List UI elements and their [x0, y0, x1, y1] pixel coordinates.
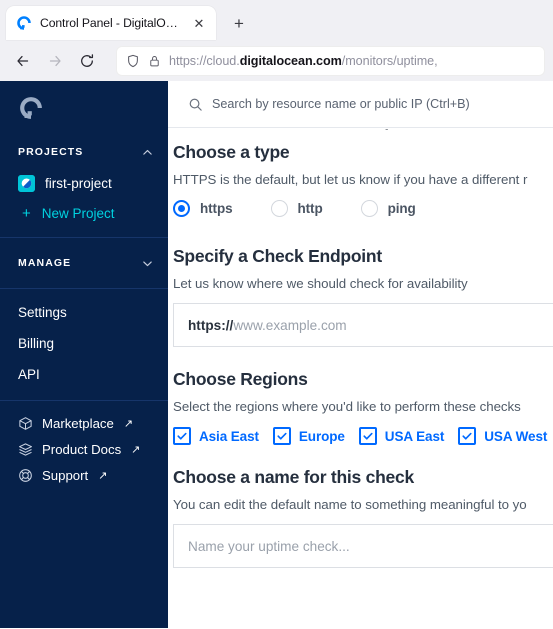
uptime-check-form: Create an Uptime Check Choose a type HTT… [168, 129, 553, 568]
url-text: https://cloud.digitalocean.com/monitors/… [169, 54, 438, 68]
search-icon [188, 97, 203, 112]
radio-option-http[interactable]: http [270, 200, 323, 217]
main-content: Search by resource name or public IP (Ct… [168, 81, 553, 628]
sidebar-item-billing[interactable]: Billing [0, 329, 168, 360]
sidebar-section-manage[interactable]: MANAGE [0, 247, 168, 279]
regions-checkbox-group: Asia East Europe USA East USA West [173, 427, 553, 445]
lifebuoy-icon [18, 468, 33, 483]
sidebar-item-label: Marketplace [42, 415, 114, 431]
search-input[interactable]: Search by resource name or public IP (Ct… [212, 97, 470, 111]
digitalocean-logo-icon[interactable] [0, 81, 168, 136]
section-check-endpoint: Specify a Check Endpoint Let us know whe… [173, 246, 553, 347]
sidebar-item-api[interactable]: API [0, 360, 168, 391]
region-label: Europe [298, 428, 345, 444]
radio-label: ping [387, 201, 416, 216]
close-icon[interactable]: ✕ [190, 14, 208, 32]
external-link-icon: ↗ [123, 417, 134, 430]
radio-icon[interactable] [173, 200, 190, 217]
region-label: USA West [484, 428, 548, 444]
section-heading: Specify a Check Endpoint [173, 246, 382, 266]
section-choose-type: Choose a type HTTPS is the default, but … [173, 142, 553, 217]
sidebar-item-first-project[interactable]: first-project [0, 168, 168, 198]
browser-chrome: Control Panel - DigitalOcean ✕ + https:/… [0, 0, 553, 81]
sidebar-divider [0, 237, 168, 238]
clipped-heading-above: Create an Uptime Check [173, 129, 553, 142]
check-name-input[interactable]: Name your uptime check... [173, 524, 553, 568]
tab-title: Control Panel - DigitalOcean [40, 16, 182, 30]
digitalocean-favicon-icon [16, 15, 32, 31]
region-usa-west[interactable]: USA West [458, 427, 547, 445]
reload-icon[interactable] [72, 46, 102, 76]
sidebar-item-settings[interactable]: Settings [0, 298, 168, 329]
checkbox-checked-icon[interactable] [173, 427, 191, 445]
global-search-bar[interactable]: Search by resource name or public IP (Ct… [168, 81, 553, 128]
check-name-placeholder: Name your uptime check... [188, 538, 350, 554]
region-label: USA East [384, 428, 445, 444]
sidebar-divider [0, 288, 168, 289]
sidebar-section-projects-label: PROJECTS [18, 146, 84, 158]
section-description: You can edit the default name to somethi… [173, 497, 527, 512]
lock-icon [148, 54, 161, 68]
new-project-label: New Project [41, 205, 115, 221]
checkbox-checked-icon[interactable] [272, 427, 291, 445]
sidebar-divider [0, 400, 168, 401]
browser-window: Control Panel - DigitalOcean ✕ + https:/… [0, 0, 553, 629]
checkbox-checked-icon[interactable] [458, 427, 477, 445]
sidebar-section-manage-label: MANAGE [18, 257, 72, 269]
sidebar-item-label: first-project [45, 175, 112, 191]
new-tab-button[interactable]: + [224, 8, 254, 38]
endpoint-input[interactable]: https:// www.example.com [173, 303, 553, 347]
sidebar-item-label: Product Docs [42, 441, 122, 457]
radio-option-ping[interactable]: ping [360, 200, 416, 217]
cube-icon [18, 416, 33, 431]
radio-icon[interactable] [360, 200, 378, 217]
section-heading: Choose a name for this check [173, 467, 414, 487]
page-body: PROJECTS first-project + New Project MAN… [0, 81, 553, 628]
section-description: HTTPS is the default, but let us know if… [173, 172, 528, 187]
url-path: /monitors/uptime, [341, 53, 438, 68]
radio-label: http [297, 201, 323, 216]
endpoint-placeholder: www.example.com [233, 317, 347, 333]
sidebar-item-marketplace[interactable]: Marketplace ↗ [0, 410, 168, 436]
address-bar[interactable]: https://cloud.digitalocean.com/monitors/… [116, 45, 545, 76]
section-heading: Choose a type [173, 142, 290, 162]
region-asia-east[interactable]: Asia East [173, 427, 259, 445]
section-description: Let us know where we should check for av… [173, 276, 468, 291]
radio-icon[interactable] [270, 200, 288, 217]
radio-label: https [200, 201, 233, 216]
region-usa-east[interactable]: USA East [358, 427, 445, 445]
radio-option-https[interactable]: https [173, 200, 233, 217]
region-europe[interactable]: Europe [272, 427, 345, 445]
new-project-button[interactable]: + New Project [0, 198, 168, 228]
shield-icon [126, 54, 140, 68]
chevron-down-icon [141, 257, 154, 270]
section-choose-regions: Choose Regions Select the regions where … [173, 369, 553, 445]
section-description: Select the regions where you'd like to p… [173, 399, 521, 414]
external-link-icon: ↗ [98, 469, 108, 482]
endpoint-prefix: https:// [188, 317, 234, 333]
tab-strip: Control Panel - DigitalOcean ✕ + [0, 0, 553, 40]
checkbox-checked-icon[interactable] [358, 427, 377, 445]
section-heading: Choose Regions [173, 369, 308, 389]
sidebar-section-projects[interactable]: PROJECTS [0, 136, 168, 168]
chevron-up-icon [141, 146, 154, 159]
project-avatar-icon [18, 174, 35, 192]
navigation-toolbar: https://cloud.digitalocean.com/monitors/… [0, 40, 553, 81]
sidebar: PROJECTS first-project + New Project MAN… [0, 81, 168, 628]
back-icon[interactable] [8, 46, 38, 76]
region-label: Asia East [199, 428, 259, 444]
browser-tab[interactable]: Control Panel - DigitalOcean ✕ [6, 6, 216, 40]
external-link-icon: ↗ [131, 443, 141, 456]
forward-icon [40, 46, 70, 76]
sidebar-item-product-docs[interactable]: Product Docs ↗ [0, 436, 168, 462]
plus-icon: + [22, 204, 31, 222]
type-radio-group: https http ping [173, 200, 553, 217]
layers-icon [18, 442, 33, 457]
url-prefix: https://cloud. [169, 53, 240, 68]
section-choose-name: Choose a name for this check You can edi… [173, 467, 553, 568]
sidebar-item-label: Support [42, 467, 89, 483]
url-domain: digitalocean.com [239, 53, 342, 68]
sidebar-item-support[interactable]: Support ↗ [0, 462, 168, 488]
